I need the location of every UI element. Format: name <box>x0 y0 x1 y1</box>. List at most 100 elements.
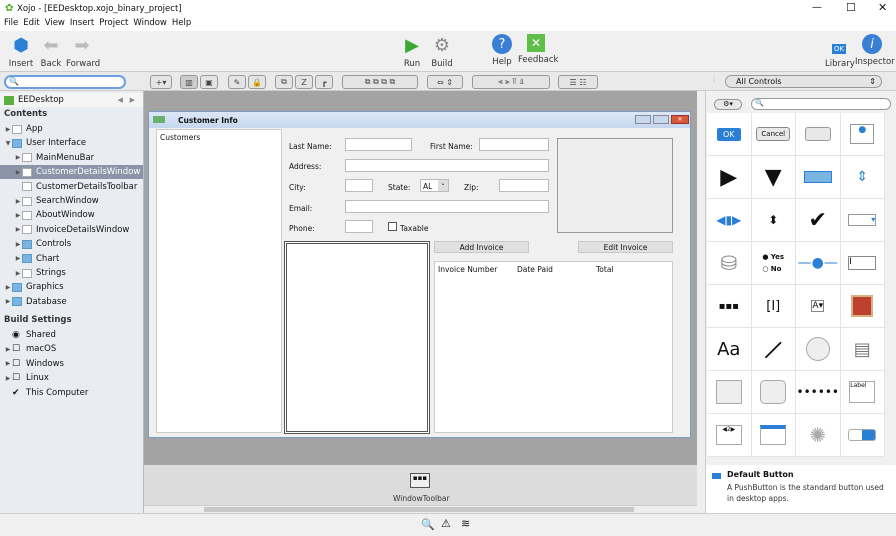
disclosure-icon[interactable]: ▶ <box>14 255 22 262</box>
disclosure-icon[interactable]: ▶ <box>14 241 22 248</box>
inspector-button[interactable]: i Inspector <box>855 34 895 67</box>
library-item[interactable]: ● <box>840 113 885 156</box>
library-item[interactable]: A▾ <box>796 285 841 328</box>
city-field[interactable] <box>345 179 373 192</box>
library-item[interactable]: ✔ <box>796 199 841 242</box>
back-button[interactable]: ⬅ Back <box>38 34 64 70</box>
canvas-control[interactable] <box>284 241 430 434</box>
add-invoice-button[interactable]: Add Invoice <box>434 241 529 253</box>
navigator-item[interactable]: ▶ Strings <box>0 266 143 280</box>
menu-insert[interactable]: Insert <box>70 18 94 31</box>
checkbox-icon[interactable]: ☐ <box>12 344 26 354</box>
navigator-item[interactable]: ▼ User Interface <box>0 136 143 150</box>
library-item[interactable] <box>796 156 841 199</box>
navigator-search-input[interactable]: 🔍 <box>4 75 126 89</box>
navigator-item[interactable]: ▶ App <box>0 122 143 136</box>
navigator-item[interactable]: ▶ InvoiceDetailsWindow <box>0 223 143 237</box>
navigator-item[interactable]: ▶ MainMenuBar <box>0 151 143 165</box>
invoice-listbox[interactable]: Invoice Number Date Paid Total <box>434 261 673 433</box>
library-item[interactable]: ▪▪▪ <box>707 285 752 328</box>
email-field[interactable] <box>345 200 549 213</box>
build-button[interactable]: ⚙ Build <box>430 34 454 70</box>
library-item[interactable]: ▶ <box>707 156 752 199</box>
build-target-item[interactable]: ▶ ☐ Windows <box>0 357 143 371</box>
column-header[interactable]: Invoice Number <box>438 265 497 274</box>
library-item[interactable] <box>751 414 796 457</box>
gear-menu-button[interactable]: ⚙▾ <box>714 99 742 110</box>
library-button[interactable]: OK Library <box>825 34 855 69</box>
warning-icon[interactable]: ⚠ <box>441 517 451 530</box>
layout-editor-canvas[interactable]: Customer Info ✕ Customers Last Name: Fir… <box>144 91 697 465</box>
navigator-item[interactable]: ▶ Controls <box>0 237 143 251</box>
edit-icon[interactable]: ✎ <box>228 75 246 89</box>
border-icon[interactable]: ┏ <box>315 75 333 89</box>
drag-handle-icon[interactable]: ⦙ <box>713 75 715 85</box>
customers-listbox[interactable]: Customers <box>156 129 282 433</box>
feed-icon[interactable]: ≋ <box>461 517 470 530</box>
disclosure-icon[interactable]: ▶ <box>14 212 22 219</box>
last-name-field[interactable] <box>345 138 412 151</box>
build-target-item[interactable]: ◉ Shared <box>0 328 143 342</box>
library-filter-select[interactable]: All Controls ⇕ <box>725 75 882 88</box>
scroll-thumb[interactable] <box>204 507 634 512</box>
search-icon[interactable]: 🔍 <box>421 518 435 531</box>
nav-arrows-icon[interactable]: ◀ ▶ <box>118 96 143 104</box>
tab-order-icon[interactable]: Z <box>295 75 313 89</box>
disclosure-icon[interactable]: ▶ <box>4 284 12 291</box>
build-target-item[interactable]: ▶ ☐ macOS <box>0 342 143 356</box>
library-item[interactable]: Cancel <box>751 113 796 156</box>
disclosure-icon[interactable]: ▶ <box>4 360 12 367</box>
library-item[interactable]: OK <box>707 113 752 156</box>
library-item[interactable] <box>840 414 885 457</box>
library-item[interactable] <box>707 371 752 414</box>
disclosure-icon[interactable]: ▶ <box>4 298 12 305</box>
checkbox-icon[interactable]: ◉ <box>12 330 26 340</box>
disclosure-icon[interactable]: ▶ <box>4 126 12 133</box>
library-item[interactable]: I <box>840 242 885 285</box>
library-item[interactable]: ▤ <box>840 328 885 371</box>
close-button[interactable]: ✕ <box>878 1 887 14</box>
library-item[interactable]: ◀▮▶ <box>707 199 752 242</box>
run-button[interactable]: ▶ Run <box>400 34 424 70</box>
menu-view[interactable]: View <box>45 18 65 31</box>
insert-button[interactable]: ⬢ Insert <box>8 34 34 70</box>
build-target-item[interactable]: ▶ ☐ Linux <box>0 371 143 385</box>
checkbox-icon[interactable]: ☐ <box>12 359 26 369</box>
size-group[interactable]: ⇔ ⇕ <box>427 75 463 89</box>
library-item[interactable]: [I] <box>751 285 796 328</box>
taxable-checkbox[interactable] <box>388 222 397 231</box>
front-icon[interactable]: ⧉ <box>275 75 293 89</box>
column-header[interactable]: Date Paid <box>517 265 553 274</box>
state-popup[interactable]: AL ⌄ <box>420 179 449 192</box>
navigator-item[interactable]: ▶ CustomerDetailsWindow <box>0 165 143 180</box>
menu-window[interactable]: Window <box>133 18 167 31</box>
minimize-button[interactable]: — <box>812 2 822 13</box>
menu-project[interactable]: Project <box>99 18 128 31</box>
library-item[interactable]: ▼ <box>751 156 796 199</box>
library-item[interactable]: ◀2▶ <box>707 414 752 457</box>
disclosure-icon[interactable]: ▶ <box>14 154 22 161</box>
arrange-group[interactable]: ⧉ ⧉ ⧉ ⧉ <box>342 75 418 89</box>
lock-icon[interactable]: 🔒 <box>248 75 266 89</box>
menu-file[interactable]: File <box>4 18 18 31</box>
navigator-item[interactable]: CustomerDetailsToolbar <box>0 180 143 194</box>
navigator-item[interactable]: ▶ SearchWindow <box>0 194 143 208</box>
checkbox-icon[interactable]: ☐ <box>12 373 26 383</box>
library-item[interactable]: ⬍ <box>751 199 796 242</box>
checkbox-checked-icon[interactable]: ✔ <box>12 388 26 398</box>
navigator-item[interactable]: ▶ AboutWindow <box>0 208 143 222</box>
library-item[interactable]: Aa <box>707 328 752 371</box>
library-item[interactable]: •••••• <box>796 371 841 414</box>
first-name-field[interactable] <box>479 138 549 151</box>
distribute-group[interactable]: ☰ ☷ <box>558 75 598 89</box>
zip-field[interactable] <box>499 179 549 192</box>
library-item[interactable]: ⇕ <box>840 156 885 199</box>
library-item[interactable]: ▾ <box>840 199 885 242</box>
help-button[interactable]: ? Help <box>490 34 514 67</box>
toolbar-icon[interactable]: ▪▪▪ <box>410 473 430 488</box>
maximize-button[interactable]: ☐ <box>846 1 856 14</box>
disclosure-icon[interactable]: ▶ <box>4 375 12 382</box>
library-search-input[interactable]: 🔍 <box>751 98 891 110</box>
feedback-button[interactable]: ✕ Feedback <box>518 34 558 65</box>
customer-info-window[interactable]: Customer Info ✕ Customers Last Name: Fir… <box>148 111 691 438</box>
